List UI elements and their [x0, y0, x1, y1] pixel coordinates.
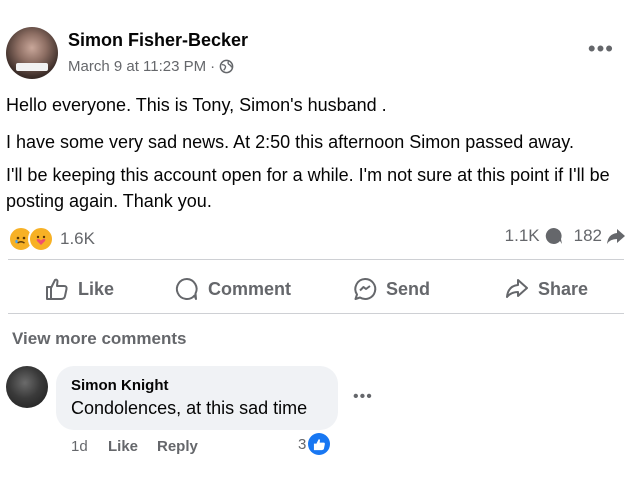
comment-bubble-icon [545, 227, 562, 244]
post-timestamp[interactable]: March 9 at 11:23 PM [68, 58, 206, 75]
send-button[interactable]: Send [352, 271, 430, 307]
comment-reply-link[interactable]: Reply [157, 438, 198, 455]
post-meta: March 9 at 11:23 PM · [68, 58, 234, 75]
view-more-comments-link[interactable]: View more comments [12, 329, 186, 349]
comments-count[interactable]: 1.1K [505, 226, 564, 246]
like-button[interactable]: Like [44, 271, 114, 307]
comment-reaction-count: 3 [298, 435, 307, 453]
reaction-count: 1.6K [60, 229, 95, 248]
comment-icon [175, 277, 198, 300]
comment-time[interactable]: 1d [71, 438, 88, 455]
comment-like-link[interactable]: Like [108, 438, 138, 455]
comment-reactions[interactable]: 3 [298, 433, 331, 455]
meta-separator: · [210, 58, 216, 75]
like-button-label: Like [78, 278, 115, 299]
comment-button[interactable]: Comment [174, 271, 291, 307]
more-options-icon[interactable]: ••• [588, 38, 614, 60]
share-button[interactable]: Share [504, 271, 588, 307]
post-text-line: Hello everyone. This is Tony, Simon's hu… [6, 95, 387, 115]
reactions-summary[interactable]: 1.6K [8, 226, 95, 252]
like-reaction-icon [308, 433, 331, 455]
shares-count[interactable]: 182 [574, 226, 626, 246]
post-text-line: I have some very sad news. At 2:50 this … [6, 132, 574, 152]
comment-text: Condolences, at this sad time [71, 398, 308, 418]
shares-count-value: 182 [573, 226, 602, 245]
comment-button-label: Comment [208, 278, 292, 299]
thumbs-up-icon [46, 278, 68, 300]
comment-options-icon[interactable]: ••• [353, 388, 373, 406]
author-avatar[interactable] [6, 27, 58, 79]
messenger-icon [354, 277, 377, 300]
divider [8, 259, 624, 260]
send-button-label: Send [386, 278, 431, 299]
share-button-label: Share [538, 278, 589, 299]
post-text-line: I'll be keeping this account open for a … [6, 165, 610, 211]
post-author-name[interactable]: Simon Fisher-Becker [68, 30, 248, 51]
post-stats: 1.1K 182 [505, 226, 626, 246]
share-icon [506, 279, 528, 298]
share-arrow-icon [607, 229, 625, 244]
globe-icon [219, 59, 234, 74]
care-reaction-icon [28, 226, 54, 252]
comments-count-value: 1.1K [504, 226, 540, 245]
commenter-avatar[interactable] [6, 366, 48, 408]
divider [8, 313, 624, 314]
commenter-name[interactable]: Simon Knight [71, 377, 169, 394]
